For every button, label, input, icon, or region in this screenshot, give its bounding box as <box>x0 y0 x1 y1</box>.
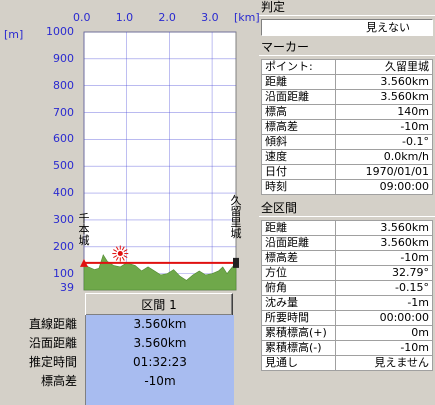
end-point-label: 久留里城 <box>230 193 242 240</box>
marker-key: 距離 <box>261 74 336 90</box>
all-section-key: 累積標高(+) <box>261 325 336 341</box>
estimated-time-label: 推定時間 <box>28 355 77 369</box>
marker-value: -10m <box>335 119 433 135</box>
marker-key: 時刻 <box>261 179 336 195</box>
judgement-value: 見えない <box>261 19 433 36</box>
marker-key: 沿面距離 <box>261 89 336 105</box>
all-section-row: 累積標高(+) 0m <box>261 325 433 341</box>
all-section-key: 見通し <box>261 355 336 371</box>
all-section-row: 所要時間 00:00:00 <box>261 310 433 326</box>
marker-row: 速度 0.0km/h <box>261 149 433 165</box>
all-section-table: 距離 3.560km 沿面距離 3.560km 標高差 -10m 方位 32.79° 俯角 -0.… <box>261 220 433 371</box>
marker-value: 0.0km/h <box>335 149 433 165</box>
all-section-row: 見通し 見えません <box>261 355 433 371</box>
marker-row: ポイント: 久留里城 <box>261 59 433 75</box>
all-section-key: 標高差 <box>261 250 336 266</box>
marker-row: 沿面距離 3.560km <box>261 89 433 105</box>
marker-value: 久留里城 <box>335 59 433 75</box>
all-section-value: -1m <box>335 295 433 311</box>
marker-table: ポイント: 久留里城 距離 3.560km 沿面距離 3.560km 標高 140m 標高差 -1… <box>261 59 433 195</box>
all-section-key: 累積標高(-) <box>261 340 336 356</box>
all-section-value: 見えません <box>335 355 433 371</box>
all-section-key: 沿面距離 <box>261 235 336 251</box>
marker-value: 140m <box>335 104 433 120</box>
straight-distance-value: 3.560km <box>133 317 187 331</box>
marker-value: 3.560km <box>335 89 433 105</box>
surface-distance-value: 3.560km <box>133 336 187 350</box>
all-section-value: 00:00:00 <box>335 310 433 326</box>
all-section-row: 距離 3.560km <box>261 220 433 236</box>
all-section-title: 全区間 <box>259 201 435 217</box>
all-section-value: -0.15° <box>335 280 433 296</box>
marker-key: 速度 <box>261 149 336 165</box>
marker-row: 距離 3.560km <box>261 74 433 90</box>
all-section-key: 沈み量 <box>261 295 336 311</box>
summary-labels: 直線距離 沿面距離 推定時間 標高差 <box>0 315 85 391</box>
judgement-title: 判定 <box>259 0 435 16</box>
marker-value: 1970/01/01 <box>335 164 433 180</box>
all-section-row: 標高差 -10m <box>261 250 433 266</box>
summary-values: 3.560km 3.560km 01:32:23 -10m <box>85 315 234 405</box>
marker-row: 時刻 09:00:00 <box>261 179 433 195</box>
start-point-label: 千本城 <box>78 211 90 247</box>
all-section-key: 所要時間 <box>261 310 336 326</box>
elevation-profile-chart[interactable]: [m] [km] 0.0 1.0 2.0 3.0 1000 900 800 700 600 50… <box>0 0 260 294</box>
marker-key: 日付 <box>261 164 336 180</box>
marker-title: マーカー <box>259 40 435 56</box>
marker-key: 傾斜 <box>261 134 336 150</box>
all-section-row: 沿面距離 3.560km <box>261 235 433 251</box>
obstruction-marker <box>117 251 123 257</box>
straight-distance-label: 直線距離 <box>28 317 77 331</box>
interval-button[interactable]: 区間 1 <box>85 293 233 316</box>
profile-plot[interactable] <box>0 0 258 292</box>
all-section-key: 方位 <box>261 265 336 281</box>
estimated-time-value: 01:32:23 <box>133 355 187 369</box>
all-section-value: -10m <box>335 250 433 266</box>
marker-row: 標高 140m <box>261 104 433 120</box>
marker-value: 09:00:00 <box>335 179 433 195</box>
all-section-row: 沈み量 -1m <box>261 295 433 311</box>
marker-row: 傾斜 -0.1° <box>261 134 433 150</box>
all-section-value: 0m <box>335 325 433 341</box>
all-section-key: 距離 <box>261 220 336 236</box>
all-section-row: 俯角 -0.15° <box>261 280 433 296</box>
plot-background <box>83 31 237 291</box>
all-section-value: -10m <box>335 340 433 356</box>
marker-row: 標高差 -10m <box>261 119 433 135</box>
all-section-row: 累積標高(-) -10m <box>261 340 433 356</box>
marker-key: 標高 <box>261 104 336 120</box>
all-section-value: 32.79° <box>335 265 433 281</box>
all-section-value: 3.560km <box>335 235 433 251</box>
all-section-row: 方位 32.79° <box>261 265 433 281</box>
all-section-key: 俯角 <box>261 280 336 296</box>
elevation-diff-label: 標高差 <box>40 374 77 388</box>
all-section-value: 3.560km <box>335 220 433 236</box>
end-marker <box>233 257 239 268</box>
elevation-diff-value: -10m <box>144 374 176 388</box>
marker-key: ポイント: <box>261 59 336 75</box>
marker-key: 標高差 <box>261 119 336 135</box>
info-panel: 判定 見えない マーカー ポイント: 久留里城 距離 3.560km 沿面距離 3.560… <box>259 0 435 405</box>
surface-distance-label: 沿面距離 <box>28 336 77 350</box>
marker-value: 3.560km <box>335 74 433 90</box>
marker-value: -0.1° <box>335 134 433 150</box>
marker-row: 日付 1970/01/01 <box>261 164 433 180</box>
